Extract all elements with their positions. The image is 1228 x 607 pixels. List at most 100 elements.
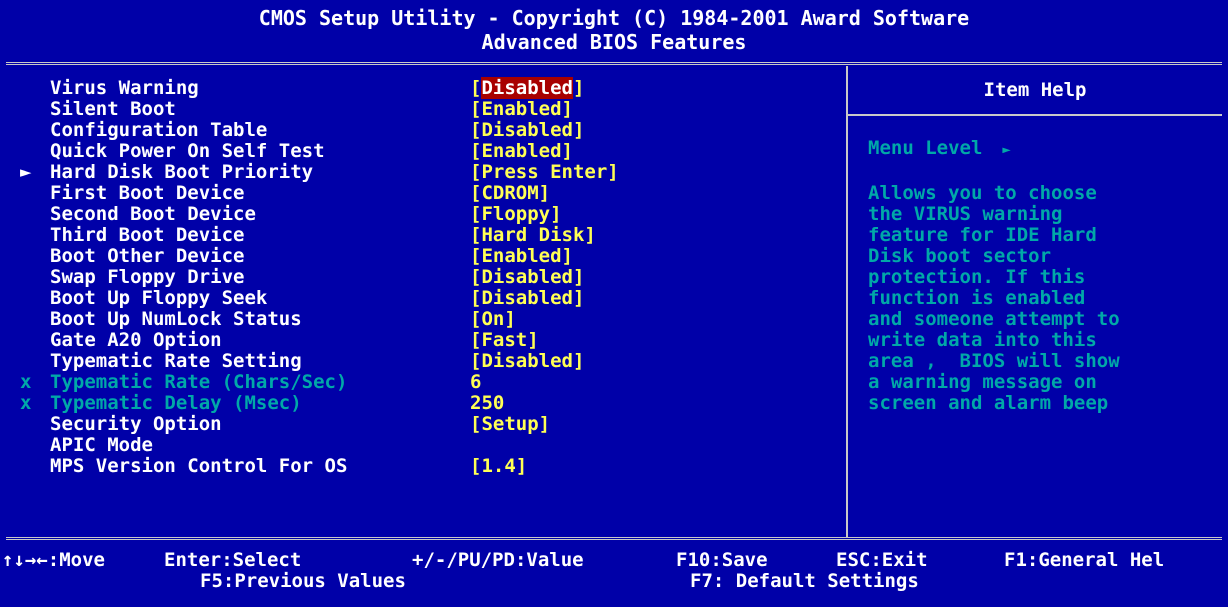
setting-name: Typematic Rate (Chars/Sec) bbox=[50, 371, 348, 393]
setting-row[interactable]: Security Option [Setup] bbox=[0, 414, 846, 435]
setting-value[interactable]: [Fast] bbox=[470, 330, 539, 351]
value-text: Floppy bbox=[481, 203, 551, 225]
value-open-bracket: [ bbox=[470, 77, 482, 99]
value-close-bracket: ] bbox=[515, 455, 528, 477]
setting-value[interactable]: [On] bbox=[470, 309, 516, 330]
help-text: Allows you to choose the VIRUS warning fea… bbox=[848, 183, 1222, 414]
value-open-bracket: [ bbox=[470, 329, 482, 351]
item-help-title: Item Help bbox=[848, 66, 1222, 116]
key-value: +/-/PU/PD:Value bbox=[412, 549, 584, 571]
value-close-bracket: ] bbox=[572, 77, 585, 99]
setting-row[interactable]: APIC Mode bbox=[0, 435, 846, 456]
setting-row[interactable]: Typematic Rate Setting [Disabled] bbox=[0, 351, 846, 372]
setting-row[interactable]: Silent Boot [Enabled] bbox=[0, 99, 846, 120]
value-close-bracket: ] bbox=[572, 119, 585, 141]
submenu-arrow-icon: ► bbox=[20, 161, 32, 183]
key-exit: ESC:Exit bbox=[836, 549, 928, 571]
value-text: Fast bbox=[481, 329, 528, 351]
setting-value[interactable]: [Disabled] bbox=[470, 288, 584, 309]
setting-value[interactable]: [Press Enter] bbox=[470, 162, 619, 183]
setting-name: MPS Version Control For OS bbox=[50, 455, 348, 477]
setting-name: Boot Up Floppy Seek bbox=[50, 287, 268, 309]
value-close-bracket: ] bbox=[572, 287, 585, 309]
help-line: screen and alarm beep bbox=[868, 392, 1109, 414]
value-open-bracket: [ bbox=[470, 182, 482, 204]
value-close-bracket: ] bbox=[572, 350, 585, 372]
value-open-bracket: [ bbox=[470, 287, 482, 309]
setting-value[interactable]: [Enabled] bbox=[470, 246, 573, 267]
setting-value[interactable]: [Disabled] bbox=[470, 267, 584, 288]
help-line: Allows you to choose bbox=[868, 182, 1097, 204]
value-text: Press Enter bbox=[481, 161, 608, 183]
page-title: Advanced BIOS Features bbox=[481, 30, 747, 54]
setting-name: Hard Disk Boot Priority bbox=[50, 161, 314, 183]
value-open-bracket: [ bbox=[470, 308, 482, 330]
value-open-bracket: [ bbox=[470, 203, 482, 225]
setting-name: Boot Up NumLock Status bbox=[50, 308, 302, 330]
selected-value: Disabled bbox=[481, 77, 573, 99]
help-line: the VIRUS warning bbox=[868, 203, 1063, 225]
key-move: ↑↓→←:Move bbox=[2, 549, 105, 571]
value-close-bracket: ] bbox=[538, 182, 551, 204]
help-line: feature for IDE Hard bbox=[868, 224, 1097, 246]
key-default-settings: F7: Default Settings bbox=[690, 570, 919, 592]
help-line: and someone attempt to bbox=[868, 308, 1120, 330]
value-text: Disabled bbox=[481, 119, 573, 141]
setting-name: Swap Floppy Drive bbox=[50, 266, 245, 288]
value-text: 6 bbox=[470, 371, 482, 393]
menu-level-label: Menu Level bbox=[868, 137, 983, 159]
setting-row[interactable]: Gate A20 Option [Fast] bbox=[0, 330, 846, 351]
setting-row[interactable]: Boot Other Device [Enabled] bbox=[0, 246, 846, 267]
key-previous-values: F5:Previous Values bbox=[200, 570, 406, 592]
help-line: function is enabled bbox=[868, 287, 1086, 309]
setting-value[interactable]: [Enabled] bbox=[470, 99, 573, 120]
setting-name: Configuration Table bbox=[50, 119, 268, 141]
help-line: area , BIOS will show bbox=[868, 350, 1120, 372]
value-open-bracket: [ bbox=[470, 140, 482, 162]
setting-row[interactable]: Boot Up Floppy Seek [Disabled] bbox=[0, 288, 846, 309]
setting-value[interactable]: [CDROM] bbox=[470, 183, 550, 204]
value-text: Disabled bbox=[481, 266, 573, 288]
value-text: 1.4 bbox=[481, 455, 516, 477]
setting-value[interactable]: [Disabled] bbox=[470, 77, 585, 99]
setting-row[interactable]: Third Boot Device [Hard Disk] bbox=[0, 225, 846, 246]
menu-level: Menu Level ► bbox=[848, 138, 1222, 161]
setting-value: 6 bbox=[470, 372, 481, 393]
utility-title: CMOS Setup Utility - Copyright (C) 1984-… bbox=[258, 6, 970, 30]
setting-row[interactable]: Second Boot Device [Floppy] bbox=[0, 204, 846, 225]
title-bar: CMOS Setup Utility - Copyright (C) 1984-… bbox=[0, 0, 1228, 58]
setting-row[interactable]: First Boot Device [CDROM] bbox=[0, 183, 846, 204]
setting-value[interactable]: [1.4] bbox=[470, 456, 527, 477]
setting-row[interactable]: Configuration Table [Disabled] bbox=[0, 120, 846, 141]
setting-row[interactable]: MPS Version Control For OS [1.4] bbox=[0, 456, 846, 477]
key-legend: ↑↓→←:Move Enter:Select +/-/PU/PD:Value F… bbox=[0, 545, 1228, 607]
help-line: Disk boot sector bbox=[868, 245, 1052, 267]
setting-row[interactable]: Quick Power On Self Test [Enabled] bbox=[0, 141, 846, 162]
value-text: 250 bbox=[470, 392, 505, 414]
value-text: Enabled bbox=[481, 98, 562, 120]
value-text: Disabled bbox=[481, 350, 573, 372]
setting-value[interactable]: [Hard Disk] bbox=[470, 225, 596, 246]
setting-row[interactable]: Swap Floppy Drive [Disabled] bbox=[0, 267, 846, 288]
value-text: Setup bbox=[481, 413, 539, 435]
triangle-right-icon: ► bbox=[1002, 142, 1011, 158]
setting-name: Third Boot Device bbox=[50, 224, 245, 246]
setting-value[interactable]: [Disabled] bbox=[470, 120, 584, 141]
setting-value[interactable]: [Floppy] bbox=[470, 204, 562, 225]
value-close-bracket: ] bbox=[504, 308, 516, 330]
value-close-bracket: ] bbox=[550, 203, 562, 225]
setting-value[interactable]: [Enabled] bbox=[470, 141, 573, 162]
setting-name: Boot Other Device bbox=[50, 245, 245, 267]
setting-row[interactable]: ► Hard Disk Boot Priority [Press Enter] bbox=[0, 162, 846, 183]
help-line: protection. If this bbox=[868, 266, 1086, 288]
setting-row[interactable]: Virus Warning [Disabled] bbox=[0, 77, 846, 99]
setting-value[interactable]: [Setup] bbox=[470, 414, 550, 435]
setting-value[interactable]: [Disabled] bbox=[470, 351, 584, 372]
setting-name: Virus Warning bbox=[50, 77, 199, 99]
disabled-x-icon: x bbox=[20, 392, 32, 414]
value-text: Disabled bbox=[481, 287, 573, 309]
setting-name: Typematic Delay (Msec) bbox=[50, 392, 302, 414]
value-open-bracket: [ bbox=[470, 455, 482, 477]
setting-row[interactable]: Boot Up NumLock Status [On] bbox=[0, 309, 846, 330]
value-open-bracket: [ bbox=[470, 413, 482, 435]
